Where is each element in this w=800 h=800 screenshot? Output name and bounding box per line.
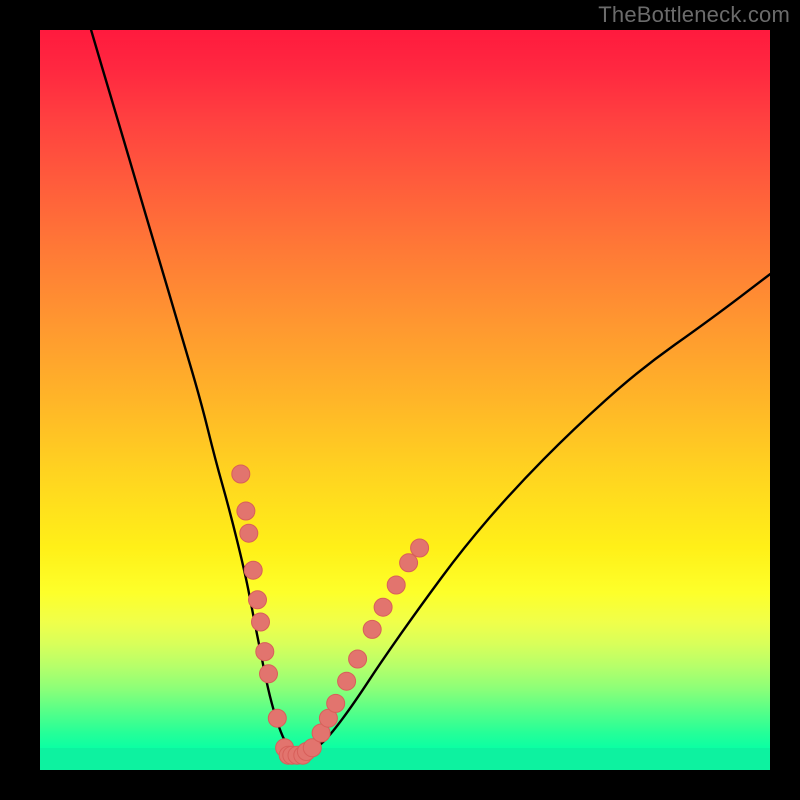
chart-frame: TheBottleneck.com [0, 0, 800, 800]
curve-marker [232, 465, 250, 483]
curve-markers [232, 465, 429, 764]
curve-marker [338, 672, 356, 690]
curve-marker [411, 539, 429, 557]
curve-marker [268, 709, 286, 727]
curve-marker [260, 665, 278, 683]
curve-marker [252, 613, 270, 631]
watermark-text: TheBottleneck.com [598, 2, 790, 28]
curve-marker [244, 561, 262, 579]
curve-marker [327, 694, 345, 712]
curve-marker [240, 524, 258, 542]
plot-area [40, 30, 770, 770]
curve-marker [256, 643, 274, 661]
curve-marker [387, 576, 405, 594]
curve-marker [237, 502, 255, 520]
curve-marker [400, 554, 418, 572]
chart-svg [40, 30, 770, 770]
curve-marker [363, 620, 381, 638]
curve-marker [249, 591, 267, 609]
bottleneck-curve [91, 30, 770, 755]
curve-marker [374, 598, 392, 616]
curve-marker [349, 650, 367, 668]
